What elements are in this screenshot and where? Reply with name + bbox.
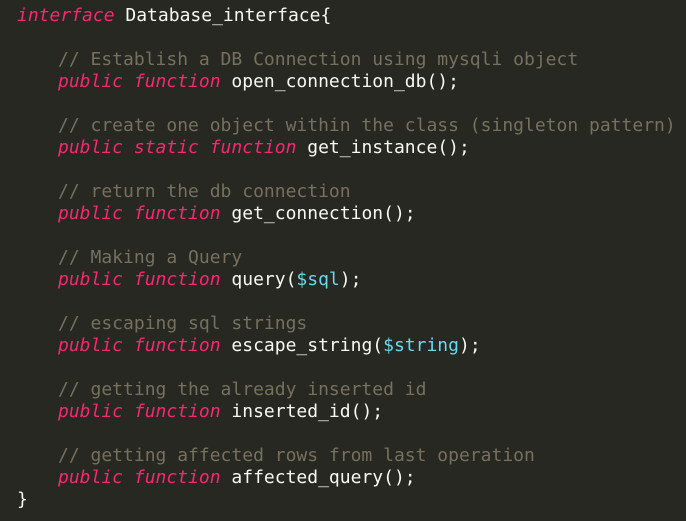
method-tail: ); — [339, 269, 362, 290]
method-tail: (); — [383, 467, 416, 488]
method-line-get-instance: public static function get_instance(); — [17, 137, 686, 159]
interface-declaration-line: interface Database_interface{ — [17, 5, 686, 27]
comment-line: // Making a Query — [58, 247, 243, 268]
method-name: query( — [220, 269, 297, 290]
method-name: affected_query — [220, 467, 384, 488]
method-name: open_connection_db — [220, 71, 427, 92]
method-modifiers: public function — [58, 467, 221, 488]
code-editor[interactable]: interface Database_interface{ // Establi… — [17, 5, 686, 511]
method-modifiers: public static function — [58, 137, 297, 158]
method-line-open-connection-db: public function open_connection_db(); — [17, 71, 686, 93]
method-param: $sql — [296, 269, 340, 290]
method-name: escape_string( — [220, 335, 384, 356]
comment-line: // getting affected rows from last opera… — [58, 445, 535, 466]
closing-brace: } — [17, 489, 28, 510]
method-tail: (); — [383, 203, 416, 224]
method-tail: (); — [437, 137, 470, 158]
method-modifiers: public function — [58, 335, 221, 356]
comment-line: // create one object within the class (s… — [58, 115, 676, 136]
method-name: get_instance — [296, 137, 438, 158]
method-name: inserted_id — [220, 401, 351, 422]
method-line-get-connection: public function get_connection(); — [17, 203, 686, 225]
method-modifiers: public function — [58, 401, 221, 422]
comment-line: // escaping sql strings — [58, 313, 308, 334]
method-name: get_connection — [220, 203, 384, 224]
method-modifiers: public function — [58, 71, 221, 92]
method-line-inserted-id: public function inserted_id(); — [17, 401, 686, 423]
method-tail: ); — [458, 335, 481, 356]
method-line-query: public function query($sql); — [17, 269, 686, 291]
method-tail: (); — [350, 401, 384, 422]
comment-line: // return the db connection — [58, 181, 351, 202]
interface-keyword: interface — [17, 5, 115, 26]
method-tail: (); — [426, 71, 459, 92]
method-param: $string — [383, 335, 459, 356]
interface-name: Database_interface{ — [114, 5, 332, 26]
method-line-affected-query: public function affected_query(); — [17, 467, 686, 489]
method-modifiers: public function — [58, 203, 221, 224]
method-modifiers: public function — [58, 269, 221, 290]
comment-line: // Establish a DB Connection using mysql… — [58, 49, 579, 70]
comment-line: // getting the already inserted id — [58, 379, 427, 400]
method-line-escape-string: public function escape_string($string); — [17, 335, 686, 357]
